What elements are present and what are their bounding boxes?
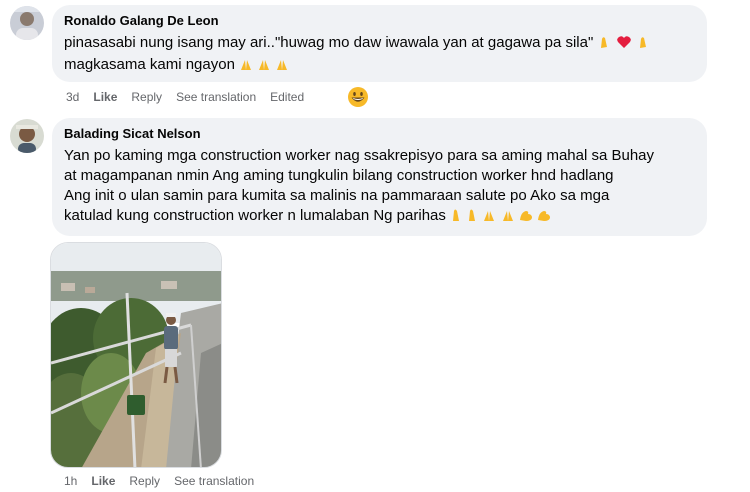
- comment-text: Yan po kaming mga construction worker na…: [64, 146, 695, 228]
- comment-time[interactable]: 3d: [66, 90, 79, 104]
- see-translation-link[interactable]: See translation: [176, 90, 256, 104]
- profile-photo-icon: [10, 6, 44, 40]
- flexed-biceps-icon: [537, 208, 551, 228]
- praying-hands-icon: [239, 57, 253, 77]
- heart-icon: [616, 35, 632, 55]
- praying-hands-icon: [257, 57, 271, 77]
- like-button[interactable]: Like: [93, 90, 117, 104]
- comment-text-line: at magampanan nmin Ang aming tungkulin b…: [64, 167, 614, 184]
- edited-label[interactable]: Edited: [270, 90, 304, 104]
- pray-hand-icon: [636, 35, 650, 55]
- comment-author[interactable]: Balading Sicat Nelson: [64, 126, 695, 142]
- comment-text-line: magkasama kami ngayon: [64, 56, 235, 73]
- praying-hands-icon: [501, 208, 515, 228]
- see-translation-link[interactable]: See translation: [174, 474, 254, 488]
- avatar-balading[interactable]: [10, 119, 44, 153]
- photo-image: [51, 243, 221, 467]
- flexed-biceps-icon: [519, 208, 533, 228]
- crossed-fingers-icon: [450, 208, 462, 228]
- like-button[interactable]: Like: [91, 474, 115, 488]
- comment-text-line: Yan po kaming mga construction worker na…: [64, 147, 655, 164]
- reply-button[interactable]: Reply: [131, 90, 162, 104]
- crossed-fingers-icon: [466, 208, 478, 228]
- comment-actions-2: 1h Like Reply See translation: [64, 474, 268, 488]
- reply-button[interactable]: Reply: [129, 474, 160, 488]
- comment-time[interactable]: 1h: [64, 474, 77, 488]
- comment-text-line: pinasasabi nung isang may ari.."huwag mo…: [64, 34, 594, 51]
- comment-author[interactable]: Ronaldo Galang De Leon: [64, 13, 695, 29]
- comment-bubble-2: Balading Sicat Nelson Yan po kaming mga …: [52, 118, 707, 236]
- profile-photo-icon: [10, 119, 44, 153]
- comment-bubble-1: Ronaldo Galang De Leon pinasasabi nung i…: [52, 5, 707, 82]
- comment-actions-1: 3d Like Reply See translation Edited: [66, 90, 318, 104]
- comment-text: pinasasabi nung isang may ari.."huwag mo…: [64, 33, 695, 77]
- construction-worker-photo[interactable]: [50, 242, 222, 468]
- comment-text-line: Ang init o ulan samin para kumita sa mal…: [64, 187, 610, 204]
- grinning-face-icon[interactable]: [347, 86, 369, 108]
- praying-hands-icon: [275, 57, 289, 77]
- praying-hands-icon: [482, 208, 496, 228]
- pray-hand-icon: [597, 35, 611, 55]
- comment-text-line: katulad kung construction worker n lumal…: [64, 207, 446, 224]
- avatar-ronaldo[interactable]: [10, 6, 44, 40]
